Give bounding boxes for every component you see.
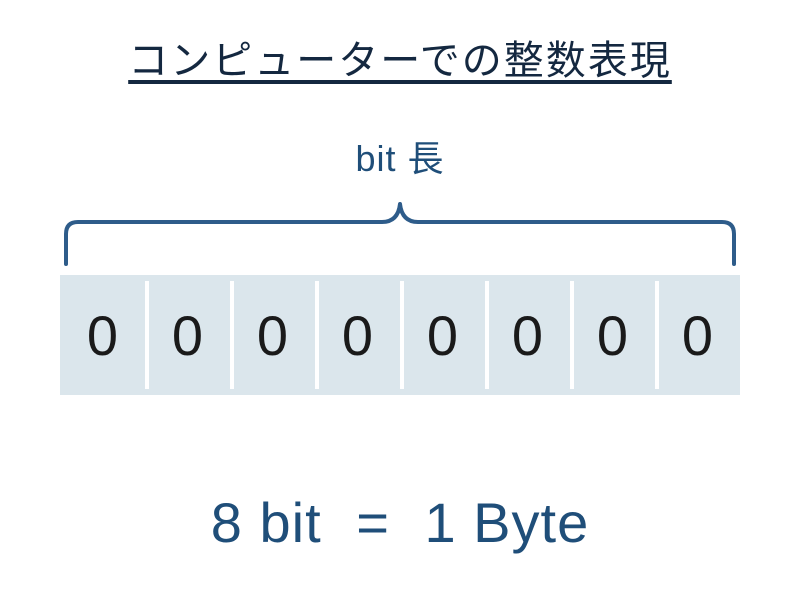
page-title: コンピューターでの整数表現 [128, 28, 672, 86]
equation-rhs: 1 Byte [424, 491, 589, 554]
bit-value: 0 [257, 303, 288, 368]
equation-equals: = [356, 491, 390, 554]
bit-value: 0 [172, 303, 203, 368]
bit-cell: 0 [570, 275, 655, 395]
bit-cell: 0 [655, 275, 740, 395]
bit-value: 0 [682, 303, 713, 368]
equation: 8 bit = 1 Byte [211, 490, 589, 555]
bit-value: 0 [597, 303, 628, 368]
bit-cell: 0 [145, 275, 230, 395]
bit-value: 0 [512, 303, 543, 368]
bit-cell: 0 [60, 275, 145, 395]
equation-lhs: 8 bit [211, 491, 322, 554]
bit-value: 0 [87, 303, 118, 368]
bit-cells-row: 0 0 0 0 0 0 0 0 [60, 275, 740, 395]
bit-value: 0 [342, 303, 373, 368]
bit-length-label: bit 長 [355, 130, 444, 182]
bit-cell: 0 [400, 275, 485, 395]
bit-value: 0 [427, 303, 458, 368]
brace-bracket [62, 178, 738, 268]
bit-cell: 0 [485, 275, 570, 395]
bit-cell: 0 [230, 275, 315, 395]
bit-cell: 0 [315, 275, 400, 395]
